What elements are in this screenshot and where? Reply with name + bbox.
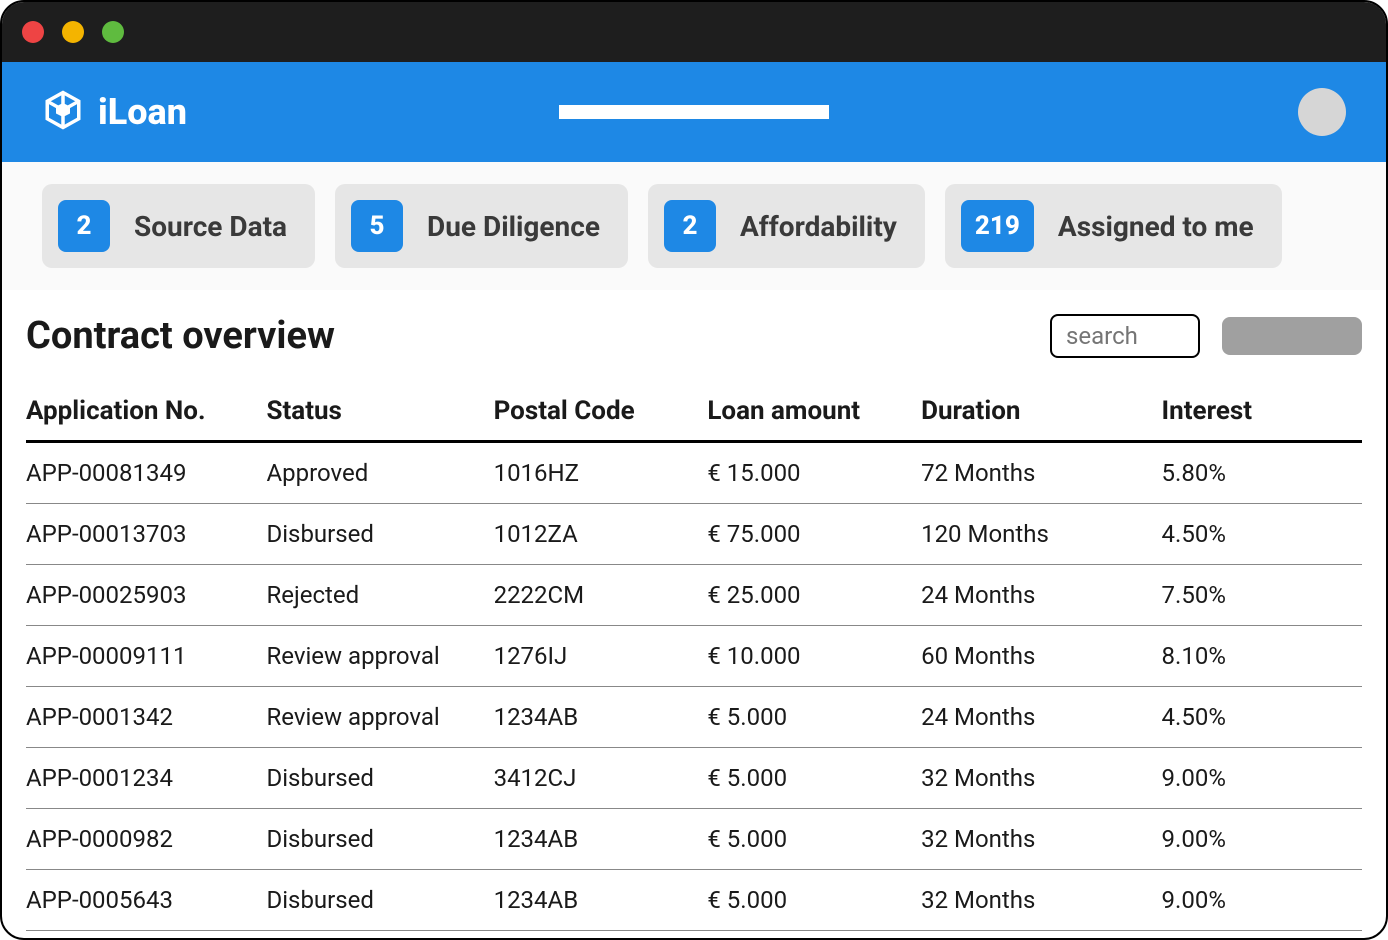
window-maximize-button[interactable] — [102, 21, 124, 43]
cell-loan: € 10.000 — [707, 626, 921, 687]
table-header-row: Application No. Status Postal Code Loan … — [26, 386, 1362, 442]
cell-postal: 1016HZ — [494, 442, 708, 504]
pill-count: 5 — [351, 200, 403, 252]
table-row[interactable]: APP-0001234Disbursed3412CJ€ 5.00032 Mont… — [26, 748, 1362, 809]
pill-label: Assigned to me — [1058, 210, 1254, 243]
cell-loan: € 5.000 — [707, 748, 921, 809]
cube-icon — [42, 89, 84, 135]
cell-status: Review approval — [266, 687, 493, 748]
col-header-postal[interactable]: Postal Code — [494, 386, 708, 442]
search-input[interactable] — [1050, 314, 1200, 358]
col-header-status[interactable]: Status — [266, 386, 493, 442]
cell-postal: 2222CM — [494, 565, 708, 626]
cell-interest: 9.00% — [1162, 870, 1362, 931]
cell-loan: € 5.000 — [707, 687, 921, 748]
cell-status: Rejected — [266, 565, 493, 626]
col-header-application[interactable]: Application No. — [26, 386, 266, 442]
window-minimize-button[interactable] — [62, 21, 84, 43]
brand-name: iLoan — [98, 91, 187, 133]
col-header-interest[interactable]: Interest — [1162, 386, 1362, 442]
table-row[interactable]: APP-00025903Rejected2222CM€ 25.00024 Mon… — [26, 565, 1362, 626]
titlebar — [2, 2, 1386, 62]
col-header-duration[interactable]: Duration — [921, 386, 1161, 442]
cell-interest: 9.00% — [1162, 748, 1362, 809]
cell-interest: 4.50% — [1162, 504, 1362, 565]
cell-postal: 1276IJ — [494, 626, 708, 687]
pill-due-diligence[interactable]: 5 Due Diligence — [335, 184, 628, 268]
cell-interest: 4.50% — [1162, 687, 1362, 748]
pill-affordability[interactable]: 2 Affordability — [648, 184, 925, 268]
cell-status: Approved — [266, 442, 493, 504]
cell-interest: 9.00% — [1162, 809, 1362, 870]
table-row[interactable]: APP-0001342Review approval1234AB€ 5.0002… — [26, 687, 1362, 748]
cell-app: APP-00009111 — [26, 626, 266, 687]
pill-assigned-to-me[interactable]: 219 Assigned to me — [945, 184, 1282, 268]
filter-pill-strip: 2 Source Data 5 Due Diligence 2 Affordab… — [2, 162, 1386, 290]
cell-duration: 60 Months — [921, 626, 1161, 687]
content-header-actions — [1050, 314, 1362, 358]
cell-interest: 5.80% — [1162, 442, 1362, 504]
cell-status: Disbursed — [266, 504, 493, 565]
cell-postal: 1234AB — [494, 687, 708, 748]
pill-count: 2 — [664, 200, 716, 252]
header-search-bar[interactable] — [559, 105, 829, 119]
cell-postal: 3412CJ — [494, 748, 708, 809]
cell-loan: € 25.000 — [707, 565, 921, 626]
cell-app: APP-0000982 — [26, 809, 266, 870]
cell-status: Disbursed — [266, 809, 493, 870]
pill-label: Due Diligence — [427, 210, 600, 243]
cell-status: Disbursed — [266, 870, 493, 931]
app-header: iLoan — [2, 62, 1386, 162]
cell-duration: 32 Months — [921, 809, 1161, 870]
cell-duration: 72 Months — [921, 442, 1161, 504]
pill-label: Affordability — [740, 210, 897, 243]
cell-postal: 1012ZA — [494, 504, 708, 565]
cell-loan: € 75.000 — [707, 504, 921, 565]
cell-app: APP-00025903 — [26, 565, 266, 626]
cell-postal: 1234AB — [494, 809, 708, 870]
cell-loan: € 15.000 — [707, 442, 921, 504]
pill-count: 219 — [961, 200, 1034, 252]
cell-app: APP-0001342 — [26, 687, 266, 748]
brand-logo[interactable]: iLoan — [42, 89, 187, 135]
app-window: iLoan 2 Source Data 5 Due Diligence 2 Af… — [0, 0, 1388, 940]
table-row[interactable]: APP-00013703Disbursed1012ZA€ 75.000120 M… — [26, 504, 1362, 565]
cell-interest: 7.50% — [1162, 565, 1362, 626]
col-header-loan[interactable]: Loan amount — [707, 386, 921, 442]
cell-loan: € 5.000 — [707, 870, 921, 931]
content-header: Contract overview — [26, 314, 1362, 358]
cell-app: APP-00013703 — [26, 504, 266, 565]
contracts-table: Application No. Status Postal Code Loan … — [26, 386, 1362, 931]
pill-count: 2 — [58, 200, 110, 252]
table-row[interactable]: APP-0000982Disbursed1234AB€ 5.00032 Mont… — [26, 809, 1362, 870]
cell-duration: 32 Months — [921, 748, 1161, 809]
action-button[interactable] — [1222, 317, 1362, 355]
user-avatar[interactable] — [1298, 88, 1346, 136]
window-close-button[interactable] — [22, 21, 44, 43]
cell-status: Review approval — [266, 626, 493, 687]
cell-app: APP-0005643 — [26, 870, 266, 931]
page-title: Contract overview — [26, 314, 335, 358]
pill-source-data[interactable]: 2 Source Data — [42, 184, 315, 268]
cell-duration: 24 Months — [921, 565, 1161, 626]
table-row[interactable]: APP-0005643Disbursed1234AB€ 5.00032 Mont… — [26, 870, 1362, 931]
cell-interest: 8.10% — [1162, 626, 1362, 687]
cell-duration: 120 Months — [921, 504, 1161, 565]
table-row[interactable]: APP-00081349Approved1016HZ€ 15.00072 Mon… — [26, 442, 1362, 504]
cell-app: APP-00081349 — [26, 442, 266, 504]
cell-app: APP-0001234 — [26, 748, 266, 809]
table-row[interactable]: APP-00009111Review approval1276IJ€ 10.00… — [26, 626, 1362, 687]
cell-duration: 24 Months — [921, 687, 1161, 748]
cell-status: Disbursed — [266, 748, 493, 809]
cell-duration: 32 Months — [921, 870, 1161, 931]
cell-postal: 1234AB — [494, 870, 708, 931]
main-content: Contract overview Application No. Status… — [2, 290, 1386, 931]
pill-label: Source Data — [134, 210, 287, 243]
cell-loan: € 5.000 — [707, 809, 921, 870]
